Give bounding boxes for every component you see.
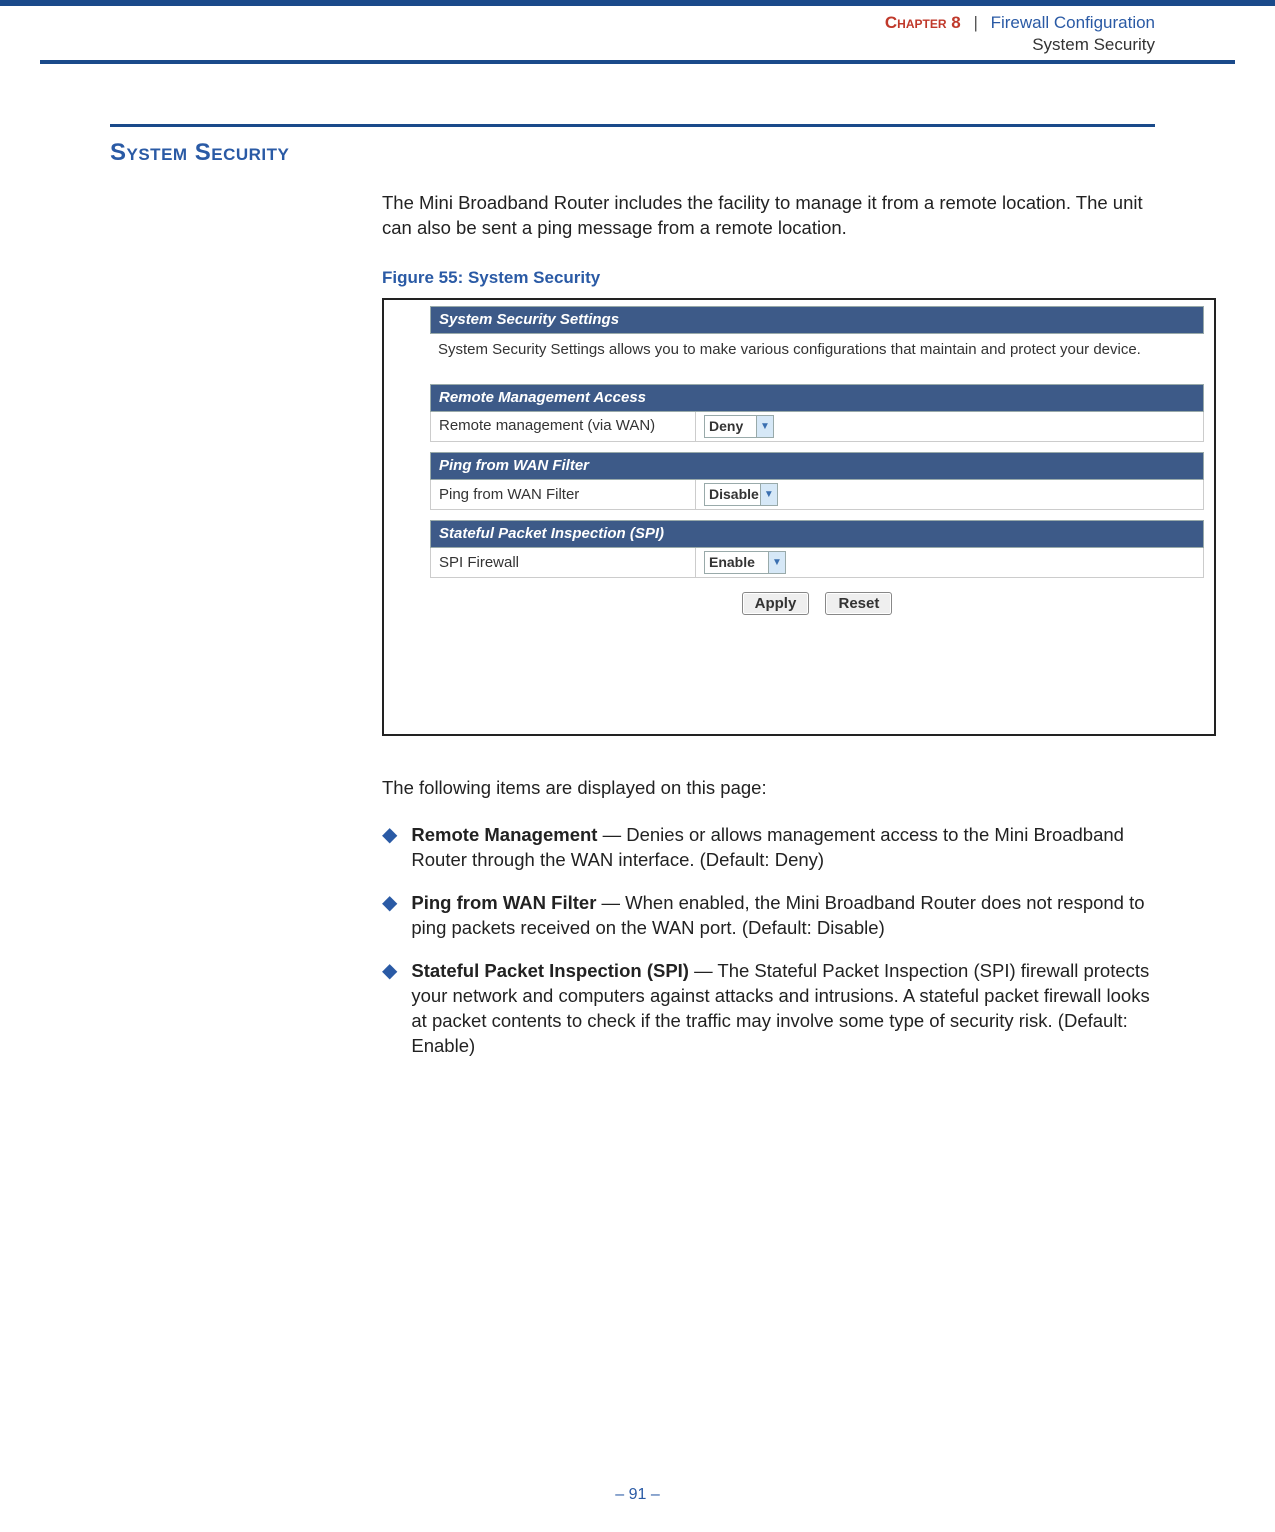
ping-filter-select[interactable]: Disable ▼ — [704, 483, 778, 506]
panel2-row-label: Remote management (via WAN) — [431, 412, 696, 442]
remote-management-select-value: Deny — [709, 418, 743, 434]
panel3-title: Ping from WAN Filter — [431, 452, 1204, 479]
section-heading: System Security — [110, 139, 1155, 167]
panel-remote-management: Remote Management Access Remote manageme… — [430, 384, 1204, 442]
bullet-bold: Ping from WAN Filter — [411, 892, 596, 913]
reset-button[interactable]: Reset — [825, 592, 892, 615]
intro-paragraph: The Mini Broadband Router includes the f… — [382, 191, 1155, 241]
chapter-title: Firewall Configuration — [991, 13, 1155, 32]
bullet-bold: Stateful Packet Inspection (SPI) — [411, 960, 689, 981]
list-item: ◆ Stateful Packet Inspection (SPI) — The… — [382, 959, 1155, 1059]
section-rule — [110, 124, 1155, 127]
panel2-title: Remote Management Access — [431, 384, 1204, 411]
items-lead: The following items are displayed on thi… — [382, 776, 1155, 801]
spi-firewall-select[interactable]: Enable ▼ — [704, 551, 786, 574]
bullet-text: Stateful Packet Inspection (SPI) — The S… — [411, 959, 1155, 1059]
ping-filter-select-value: Disable — [709, 486, 759, 502]
bullet-bold: Remote Management — [411, 824, 597, 845]
bullet-text: Remote Management — Denies or allows man… — [411, 823, 1155, 873]
diamond-bullet-icon: ◆ — [382, 891, 397, 941]
chevron-down-icon: ▼ — [760, 484, 777, 505]
panel1-title: System Security Settings — [431, 307, 1204, 334]
header-separator: | — [973, 13, 977, 32]
diamond-bullet-icon: ◆ — [382, 959, 397, 1059]
chapter-label: Chapter 8 — [885, 13, 961, 32]
panel1-desc: System Security Settings allows you to m… — [430, 334, 1204, 374]
panel4-title: Stateful Packet Inspection (SPI) — [431, 521, 1204, 548]
remote-management-select[interactable]: Deny ▼ — [704, 415, 774, 438]
diamond-bullet-icon: ◆ — [382, 823, 397, 873]
panel3-row-label: Ping from WAN Filter — [431, 480, 696, 510]
router-screenshot: System Security Settings System Security… — [382, 298, 1216, 736]
header-chapter-line: Chapter 8 | Firewall Configuration — [0, 12, 1155, 34]
page-header: Chapter 8 | Firewall Configuration Syste… — [0, 6, 1275, 60]
chevron-down-icon: ▼ — [768, 552, 785, 573]
panel-system-security: System Security Settings System Security… — [430, 306, 1204, 374]
figure-caption: Figure 55: System Security — [382, 267, 1155, 290]
panel-spi: Stateful Packet Inspection (SPI) SPI Fir… — [430, 520, 1204, 578]
header-section-label: System Security — [0, 34, 1155, 56]
spi-firewall-select-value: Enable — [709, 554, 755, 570]
button-row: Apply Reset — [430, 588, 1204, 618]
chevron-down-icon: ▼ — [756, 416, 773, 437]
panel4-row-label: SPI Firewall — [431, 548, 696, 578]
list-item: ◆ Remote Management — Denies or allows m… — [382, 823, 1155, 873]
list-item: ◆ Ping from WAN Filter — When enabled, t… — [382, 891, 1155, 941]
page-footer: – 91 – — [0, 1486, 1275, 1504]
bullet-text: Ping from WAN Filter — When enabled, the… — [411, 891, 1155, 941]
apply-button[interactable]: Apply — [742, 592, 810, 615]
panel-ping-filter: Ping from WAN Filter Ping from WAN Filte… — [430, 452, 1204, 510]
